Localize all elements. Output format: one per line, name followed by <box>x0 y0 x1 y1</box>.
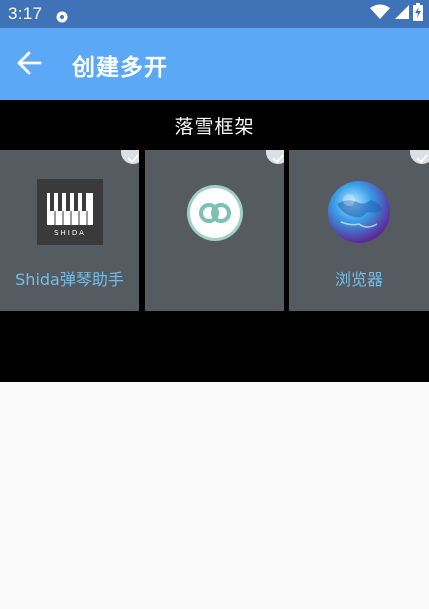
shida-piano-logo-icon: SHIDA <box>36 179 103 249</box>
status-time: 3:17 <box>8 4 43 23</box>
status-bar: 3:17 <box>0 0 429 28</box>
app-tile-shida[interactable]: SHIDA Shida弹琴助手 <box>0 150 139 311</box>
arrow-back-icon <box>16 50 42 80</box>
app-label: Shida弹琴助手 <box>15 270 124 289</box>
app-tile-rings[interactable] <box>145 150 284 311</box>
shida-logo-text: SHIDA <box>54 229 86 237</box>
app-label: 浏览器 <box>334 270 383 289</box>
framework-panel: 落雪框架 SHIDA Shida弹琴助手 浏览器 <box>0 100 429 382</box>
globe-browser-icon <box>327 180 391 248</box>
check-icon <box>266 150 284 164</box>
linked-rings-icon <box>186 184 244 246</box>
app-tile-browser[interactable]: 浏览器 <box>289 150 429 311</box>
check-icon <box>410 150 429 164</box>
status-icons <box>370 3 423 25</box>
check-icon <box>121 150 139 164</box>
battery-charging-icon <box>413 3 423 25</box>
wifi-icon <box>370 4 390 24</box>
page-title: 创建多开 <box>72 55 168 81</box>
app-bar: 创建多开 <box>0 28 429 100</box>
section-title: 落雪框架 <box>174 115 255 138</box>
back-button[interactable] <box>12 48 46 82</box>
cell-signal-icon <box>394 4 409 24</box>
app-grid: SHIDA Shida弹琴助手 浏览器 <box>0 150 429 311</box>
settings-gear-icon <box>56 8 68 23</box>
